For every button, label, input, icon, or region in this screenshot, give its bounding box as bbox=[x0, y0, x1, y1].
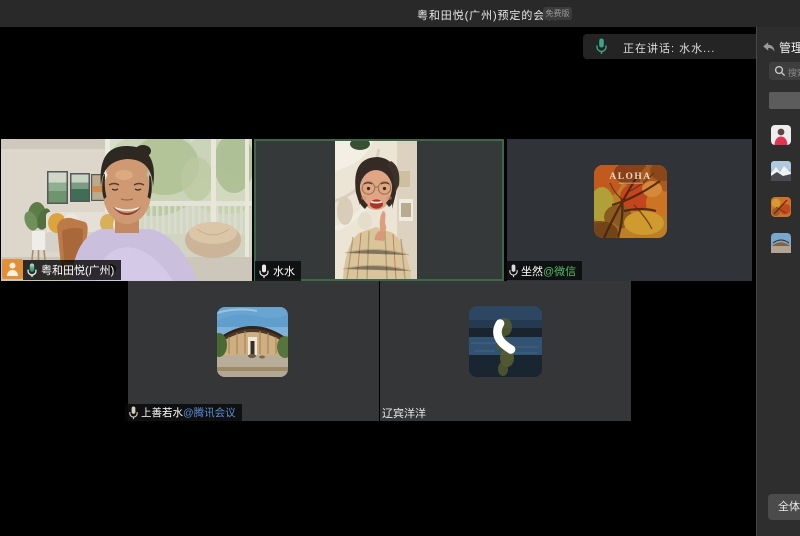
svg-text:ALOHA: ALOHA bbox=[609, 172, 651, 182]
